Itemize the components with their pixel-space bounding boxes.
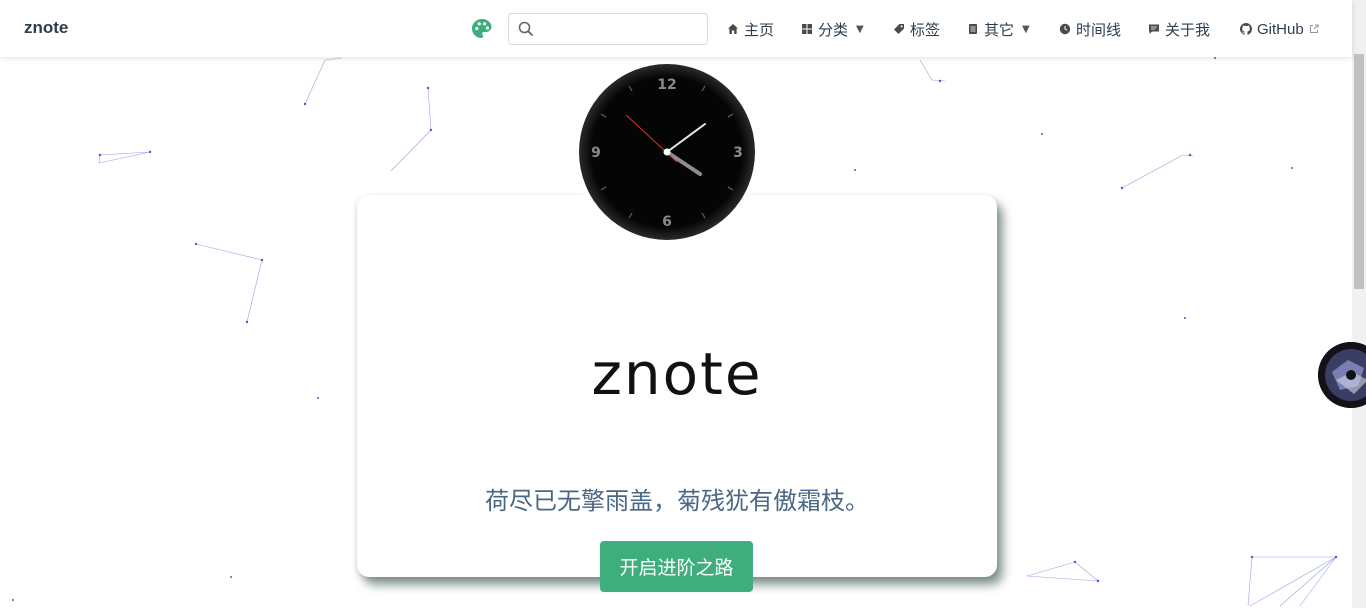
- palette-icon[interactable]: [470, 17, 494, 41]
- search-icon: [518, 21, 534, 37]
- nav-github-label: GitHub: [1257, 20, 1304, 38]
- start-journey-button[interactable]: 开启进阶之路: [600, 541, 753, 592]
- nav-tags-label: 标签: [910, 20, 941, 39]
- external-link-icon: [1309, 24, 1319, 33]
- clock-icon: [1059, 23, 1071, 35]
- search-input[interactable]: [541, 18, 705, 42]
- tag-icon: [894, 24, 904, 34]
- nav-github[interactable]: GitHub: [1240, 19, 1319, 39]
- top-navbar: znote 主页 分类 ▼ 标签 其它 ▼ 时间线 关于我 GitHub: [0, 0, 1352, 57]
- nav-tags[interactable]: 标签: [893, 19, 940, 39]
- nav-others[interactable]: 其它 ▼: [967, 19, 1030, 39]
- nav-others-label: 其它: [984, 20, 1015, 39]
- scrollbar-thumb[interactable]: [1354, 54, 1364, 289]
- clock-numeral-9: 9: [591, 145, 601, 161]
- document-icon: [969, 24, 977, 34]
- nav-categories-label: 分类: [818, 20, 849, 39]
- clock-numeral-6: 6: [662, 214, 672, 230]
- nav-home[interactable]: 主页: [727, 19, 774, 39]
- nav-about[interactable]: 关于我: [1148, 19, 1210, 39]
- message-icon: [1149, 24, 1159, 34]
- grid-icon: [802, 24, 812, 34]
- clock-center-pin: [663, 148, 671, 156]
- caret-down-icon: ▼: [856, 23, 864, 35]
- search-box[interactable]: [508, 13, 708, 45]
- nav-categories[interactable]: 分类 ▼: [801, 19, 864, 39]
- clock-numeral-3: 3: [733, 145, 743, 161]
- nav-timeline[interactable]: 时间线: [1059, 19, 1121, 39]
- hero-logo: znote: [591, 340, 763, 408]
- github-icon: [1240, 23, 1252, 35]
- nav-timeline-label: 时间线: [1076, 20, 1122, 39]
- home-icon: [728, 24, 738, 34]
- caret-down-icon: ▼: [1022, 23, 1030, 35]
- clock-numeral-12: 12: [657, 77, 676, 93]
- nav-about-label: 关于我: [1165, 20, 1211, 39]
- nav-home-label: 主页: [744, 20, 775, 39]
- hero-motto: 荷尽已无擎雨盖，菊残犹有傲霜枝。: [485, 487, 869, 515]
- site-title[interactable]: znote: [24, 18, 68, 38]
- analog-clock: 12 3 6 9: [579, 64, 755, 240]
- page-scrollbar[interactable]: [1352, 0, 1366, 608]
